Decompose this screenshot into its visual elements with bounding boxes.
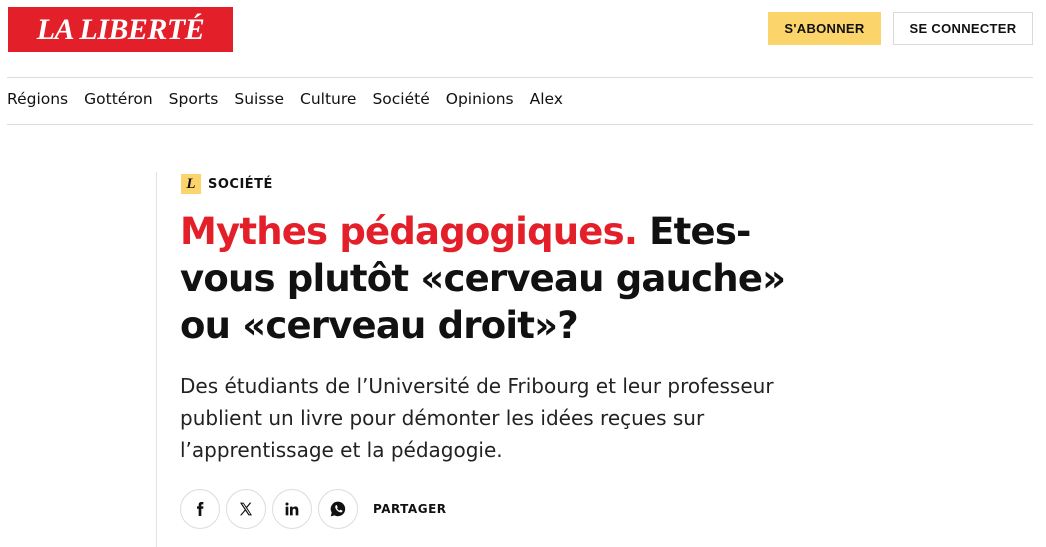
nav-divider bbox=[7, 124, 1033, 125]
subscribe-button[interactable]: S'ABONNER bbox=[768, 12, 881, 45]
nav-item-societe[interactable]: Société bbox=[372, 90, 429, 108]
headline-kicker: Mythes pédagogiques. bbox=[180, 210, 638, 253]
main-nav: Régions Gottéron Sports Suisse Culture S… bbox=[7, 90, 563, 108]
whatsapp-icon bbox=[330, 501, 346, 517]
linkedin-icon bbox=[285, 502, 299, 516]
header-divider bbox=[7, 77, 1033, 78]
category-label: SOCIÉTÉ bbox=[208, 176, 273, 192]
share-bar: PARTAGER bbox=[180, 489, 447, 529]
site-logo[interactable]: LA LIBERTÉ bbox=[8, 7, 233, 52]
nav-item-suisse[interactable]: Suisse bbox=[234, 90, 284, 108]
article-category[interactable]: L SOCIÉTÉ bbox=[181, 174, 273, 194]
article-side-rule bbox=[156, 172, 157, 547]
nav-item-opinions[interactable]: Opinions bbox=[446, 90, 514, 108]
nav-item-alex[interactable]: Alex bbox=[530, 90, 563, 108]
share-whatsapp-button[interactable] bbox=[318, 489, 358, 529]
category-badge-icon: L bbox=[181, 174, 201, 194]
x-icon bbox=[240, 502, 252, 516]
nav-item-culture[interactable]: Culture bbox=[300, 90, 356, 108]
share-label[interactable]: PARTAGER bbox=[373, 502, 447, 516]
nav-item-sports[interactable]: Sports bbox=[169, 90, 219, 108]
facebook-icon bbox=[197, 502, 204, 516]
share-facebook-button[interactable] bbox=[180, 489, 220, 529]
article-lead: Des étudiants de l’Université de Fribour… bbox=[180, 374, 774, 462]
nav-item-regions[interactable]: Régions bbox=[7, 90, 68, 108]
login-button[interactable]: SE CONNECTER bbox=[893, 12, 1033, 45]
article-headline: Mythes pédagogiques. Etes-vous plutôt «c… bbox=[180, 208, 820, 349]
nav-item-gotteron[interactable]: Gottéron bbox=[84, 90, 153, 108]
share-linkedin-button[interactable] bbox=[272, 489, 312, 529]
logo-text: LA LIBERTÉ bbox=[36, 12, 205, 46]
share-x-button[interactable] bbox=[226, 489, 266, 529]
